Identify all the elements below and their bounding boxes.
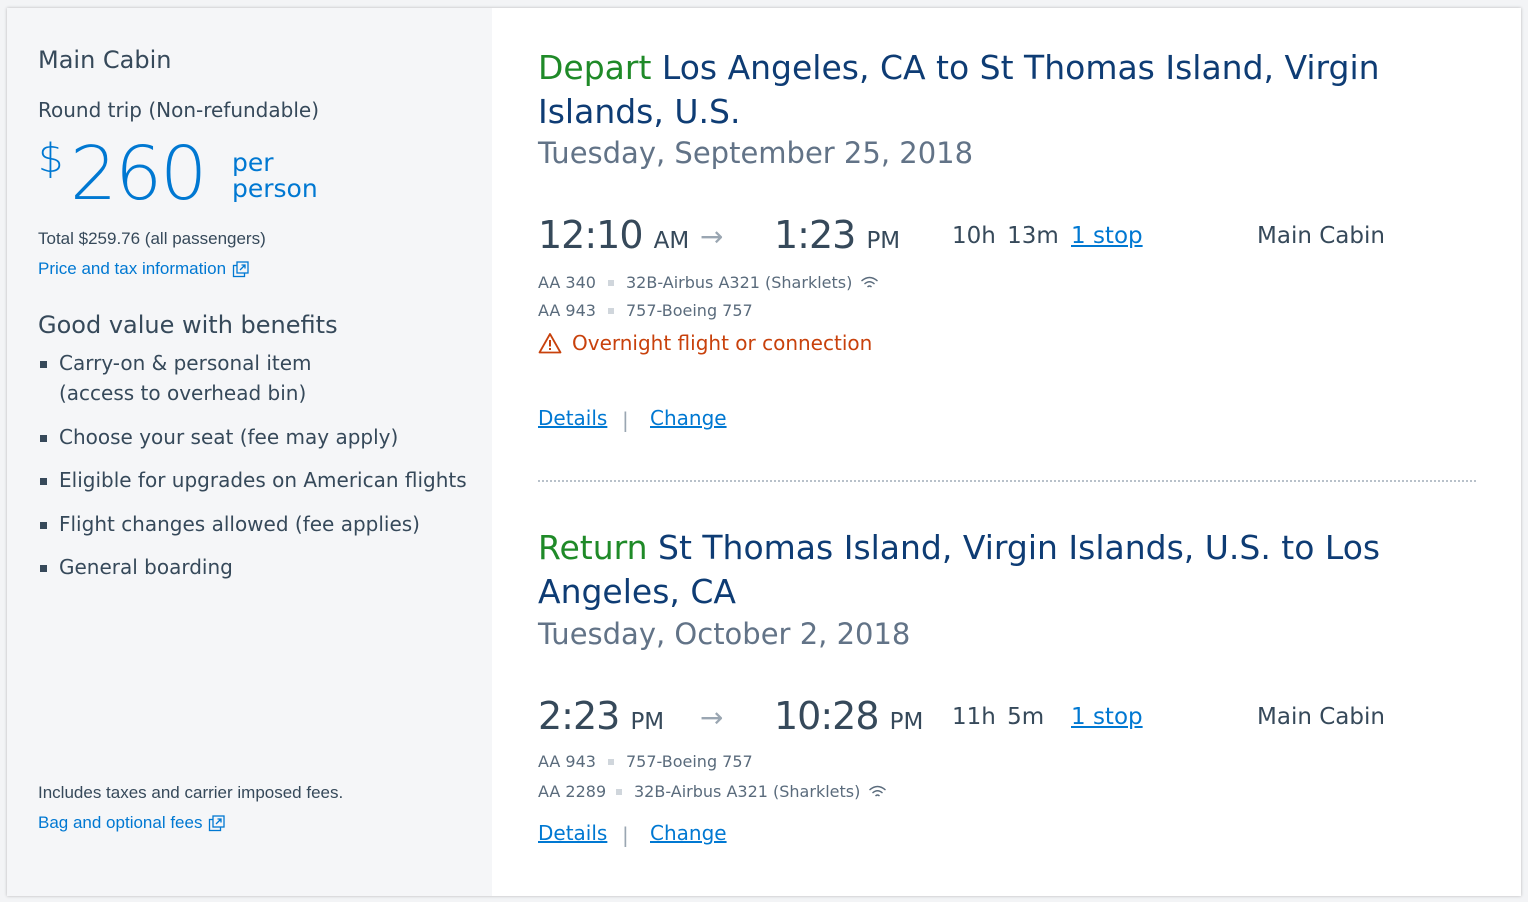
- return-departure-time: 2:23 PM: [538, 694, 664, 738]
- benefits-title: Good value with benefits: [38, 311, 338, 339]
- time-ampm: AM: [653, 228, 690, 254]
- price-per-person: per person: [232, 150, 318, 202]
- depart-arrival-time: 1:23 PM: [774, 213, 900, 257]
- depart-change-link[interactable]: Change: [650, 406, 727, 430]
- return-route: St Thomas Island, Virgin Islands, U.S. t…: [538, 528, 1381, 611]
- price-tax-link-label: Price and tax information: [38, 259, 227, 278]
- total-price: Total $259.76 (all passengers): [38, 229, 266, 248]
- time-ampm: PM: [630, 709, 665, 735]
- benefit-item: Eligible for upgrades on American flight…: [38, 465, 467, 495]
- fare-sidebar: Main Cabin Round trip (Non-refundable) $…: [7, 8, 492, 896]
- flight-number: AA 2289: [538, 782, 607, 801]
- bullet-icon: [608, 758, 614, 765]
- price-per-line2: person: [232, 174, 318, 203]
- benefit-text: Choose your seat (fee may apply): [59, 424, 399, 449]
- trip-type: Round trip (Non-refundable): [38, 98, 319, 122]
- depart-duration: 10h 13m: [952, 223, 1059, 249]
- time-value: 1:23: [774, 213, 856, 257]
- depart-stops-link[interactable]: 1 stop: [1071, 223, 1143, 249]
- aircraft: 757-Boeing 757: [626, 301, 753, 320]
- flight-segment: AA 2289 32B-Airbus A321 (Sharklets): [538, 782, 887, 801]
- flight-number: AA 943: [538, 301, 596, 320]
- benefit-text: Eligible for upgrades on American flight…: [59, 468, 467, 492]
- price-currency: $: [38, 136, 64, 182]
- arrow-right-icon: →: [700, 220, 724, 253]
- return-duration: 11h 5m: [952, 704, 1045, 730]
- aircraft: 32B-Airbus A321 (Sharklets): [626, 273, 853, 292]
- fees-note: Includes taxes and carrier imposed fees.: [38, 783, 344, 802]
- bullet-icon: [608, 279, 614, 286]
- bullet-icon: [616, 788, 622, 795]
- warning-text: Overnight flight or connection: [572, 331, 873, 355]
- return-label: Return: [538, 528, 648, 567]
- depart-title: Depart Los Angeles, CA to St Thomas Isla…: [538, 46, 1468, 134]
- time-value: 10:28: [774, 694, 880, 738]
- flight-segment: AA 943 757-Boeing 757: [538, 752, 753, 771]
- benefit-text: Flight changes allowed (fee applies): [59, 511, 420, 536]
- depart-label: Depart: [538, 48, 652, 87]
- benefit-item: Choose your seat (fee may apply): [38, 422, 467, 452]
- benefits-list: Carry-on & personal item (access to over…: [38, 348, 467, 596]
- price-amount: 260: [70, 131, 207, 217]
- return-details-link[interactable]: Details: [538, 821, 607, 845]
- wifi-icon: [869, 785, 887, 797]
- time-value: 12:10: [538, 213, 644, 257]
- bag-fees-link-label: Bag and optional fees: [38, 813, 203, 832]
- overnight-warning: Overnight flight or connection: [538, 331, 872, 355]
- return-cabin: Main Cabin: [1257, 704, 1385, 730]
- benefit-text: General boarding: [59, 555, 233, 579]
- aircraft: 32B-Airbus A321 (Sharklets): [634, 782, 861, 801]
- itinerary-main: Depart Los Angeles, CA to St Thomas Isla…: [492, 8, 1521, 896]
- return-title: Return St Thomas Island, Virgin Islands,…: [538, 526, 1468, 614]
- flight-summary-card: Main Cabin Round trip (Non-refundable) $…: [7, 8, 1521, 896]
- time-ampm: PM: [889, 709, 924, 735]
- bag-fees-link[interactable]: Bag and optional fees: [38, 813, 226, 833]
- flight-segment: AA 340 32B-Airbus A321 (Sharklets): [538, 273, 879, 292]
- aircraft: 757-Boeing 757: [626, 752, 753, 771]
- depart-cabin: Main Cabin: [1257, 223, 1385, 249]
- benefit-item: Flight changes allowed (fee applies): [38, 509, 467, 539]
- benefit-item: General boarding: [38, 552, 467, 582]
- external-link-icon: [232, 260, 249, 277]
- return-arrival-time: 10:28 PM: [774, 694, 923, 738]
- benefit-text: Carry-on & personal item: [59, 351, 312, 375]
- depart-departure-time: 12:10 AM: [538, 213, 689, 257]
- warning-triangle-icon: [538, 333, 562, 354]
- arrow-right-icon: →: [700, 701, 724, 734]
- external-link-icon: [209, 814, 226, 831]
- depart-details-link[interactable]: Details: [538, 406, 607, 430]
- bullet-icon: [608, 307, 614, 314]
- flight-segment: AA 943 757-Boeing 757: [538, 301, 753, 320]
- price-tax-link[interactable]: Price and tax information: [38, 259, 249, 279]
- link-separator: |: [622, 408, 629, 432]
- link-separator: |: [622, 823, 629, 847]
- return-change-link[interactable]: Change: [650, 821, 727, 845]
- depart-date: Tuesday, September 25, 2018: [538, 136, 974, 170]
- wifi-icon: [861, 276, 879, 288]
- flight-number: AA 943: [538, 752, 596, 771]
- benefit-text-cont: (access to overhead bin): [59, 381, 307, 405]
- benefit-item: Carry-on & personal item (access to over…: [38, 348, 467, 408]
- time-ampm: PM: [866, 228, 901, 254]
- leg-divider: [538, 480, 1476, 482]
- return-date: Tuesday, October 2, 2018: [538, 617, 911, 651]
- cabin-title: Main Cabin: [38, 46, 172, 74]
- return-stops-link[interactable]: 1 stop: [1071, 704, 1143, 730]
- flight-number: AA 340: [538, 273, 596, 292]
- price-per-line1: per: [232, 148, 274, 177]
- depart-route: Los Angeles, CA to St Thomas Island, Vir…: [538, 48, 1380, 131]
- time-value: 2:23: [538, 694, 620, 738]
